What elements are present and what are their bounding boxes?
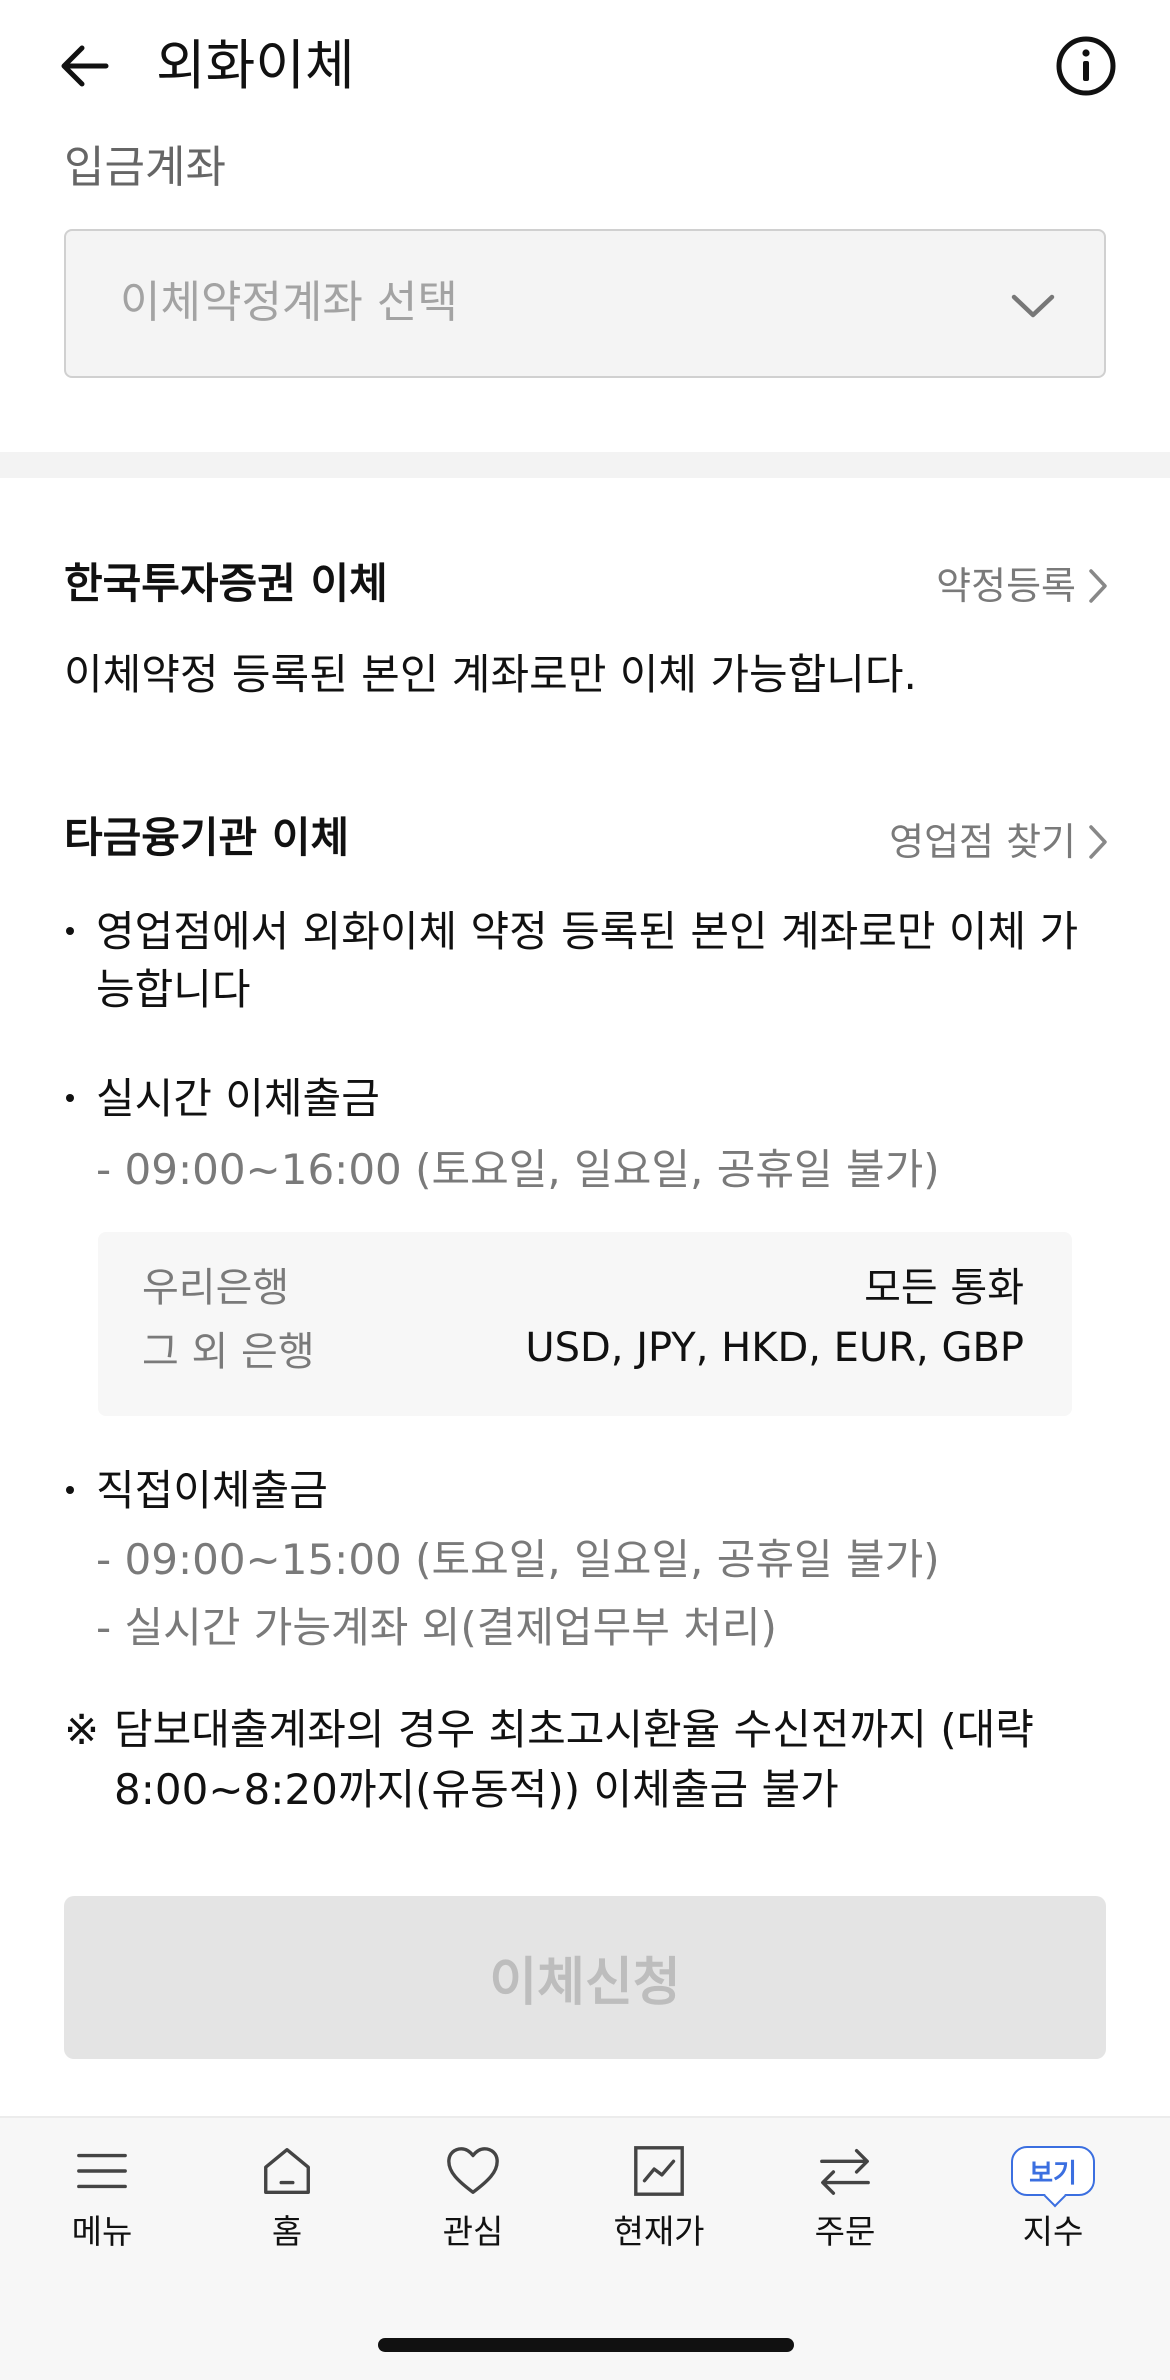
select-placeholder: 이체약정계좌 선택 <box>120 277 458 328</box>
bank-currencies: 모든 통화 <box>864 1265 1024 1311</box>
find-branch-label: 영업점 찾기 <box>889 820 1076 864</box>
nav-item-home[interactable]: 홈 <box>212 2142 362 2252</box>
info-button[interactable] <box>1054 34 1118 98</box>
notice-mark: ※ <box>64 1705 100 1754</box>
nav-item-current-price[interactable]: 현재가 <box>584 2142 734 2252</box>
deposit-account-select[interactable]: 이체약정계좌 선택 <box>64 229 1106 378</box>
section-divider <box>0 452 1170 478</box>
korea-transfer-description: 이체약정 등록된 본인 계좌로만 이체 가능합니다. <box>64 650 917 699</box>
chevron-right-icon <box>1089 825 1107 859</box>
direct-note: - 실시간 가능계좌 외(결제업무부 처리) <box>96 1603 777 1652</box>
bullet-text: 실시간 이체출금 <box>96 1074 380 1123</box>
bullet-dot <box>64 1070 96 1128</box>
nav-item-order[interactable]: 주문 <box>770 2142 920 2252</box>
nav-item-index[interactable]: 보기 지수 <box>978 2142 1128 2252</box>
arrow-left-icon <box>61 45 109 87</box>
bank-name: 우리은행 <box>142 1265 290 1311</box>
bank-currencies: USD, JPY, HKD, EUR, GBP <box>525 1325 1024 1371</box>
nav-label: 관심 <box>442 2212 504 2251</box>
bank-row: 그 외 은행 USD, JPY, HKD, EUR, GBP <box>142 1318 1024 1378</box>
heart-icon <box>447 2147 499 2194</box>
nav-label: 메뉴 <box>71 2212 133 2251</box>
notice-text: 담보대출계좌의 경우 최초고시환율 수신전까지 (대략 8:00~8:20까지(… <box>114 1705 1034 1814</box>
transfer-apply-button[interactable]: 이체신청 <box>64 1896 1106 2059</box>
nav-item-menu[interactable]: 메뉴 <box>27 2142 177 2252</box>
other-transfer-title: 타금융기관 이체 <box>64 813 350 862</box>
bank-name: 그 외 은행 <box>142 1329 315 1375</box>
bullet-realtime-transfer: 실시간 이체출금 <box>64 1070 1114 1128</box>
bullet-text: 영업점에서 외화이체 약정 등록된 본인 계좌로만 이체 가능합니다 <box>96 907 1079 1014</box>
chart-icon <box>634 2146 684 2196</box>
nav-label: 현재가 <box>613 2212 705 2251</box>
bullet-direct-transfer: 직접이체출금 <box>64 1462 1114 1520</box>
chevron-right-icon <box>1089 569 1107 603</box>
nav-label: 지수 <box>1022 2212 1084 2251</box>
home-icon <box>264 2148 310 2194</box>
view-badge: 보기 <box>1011 2146 1095 2196</box>
direct-hours: - 09:00~15:00 (토요일, 일요일, 공휴일 불가) <box>96 1535 940 1584</box>
agreement-register-link[interactable]: 약정등록 <box>936 556 1108 616</box>
swap-arrows-icon <box>820 2149 870 2195</box>
chevron-down-icon <box>1011 294 1055 318</box>
bank-currency-table: 우리은행 모든 통화 그 외 은행 USD, JPY, HKD, EUR, GB… <box>98 1232 1072 1416</box>
back-button[interactable] <box>52 30 116 102</box>
nav-label: 홈 <box>271 2212 303 2251</box>
nav-item-favorites[interactable]: 관심 <box>398 2142 548 2252</box>
info-circle-icon <box>1056 36 1116 96</box>
deposit-account-label: 입금계좌 <box>64 142 226 193</box>
find-branch-link[interactable]: 영업점 찾기 <box>889 812 1108 872</box>
app-header: 외화이체 <box>0 0 1170 132</box>
nav-label: 주문 <box>814 2212 876 2251</box>
agreement-register-label: 약정등록 <box>936 564 1076 608</box>
korea-transfer-title: 한국투자증권 이체 <box>64 559 388 608</box>
collateral-loan-notice: ※ 담보대출계좌의 경우 최초고시환율 수신전까지 (대략 8:00~8:20까… <box>64 1700 1124 1820</box>
bank-row: 우리은행 모든 통화 <box>142 1254 1024 1314</box>
bullet-dot <box>64 903 96 1019</box>
bullet-branch-agreement: 영업점에서 외화이체 약정 등록된 본인 계좌로만 이체 가능합니다 <box>64 903 1114 1019</box>
bullet-dot <box>64 1462 96 1520</box>
realtime-hours: - 09:00~16:00 (토요일, 일요일, 공휴일 불가) <box>96 1145 940 1194</box>
bullet-text: 직접이체출금 <box>96 1466 328 1515</box>
page-title: 외화이체 <box>156 34 355 97</box>
home-indicator[interactable] <box>378 2338 794 2352</box>
hamburger-menu-icon <box>77 2153 127 2189</box>
